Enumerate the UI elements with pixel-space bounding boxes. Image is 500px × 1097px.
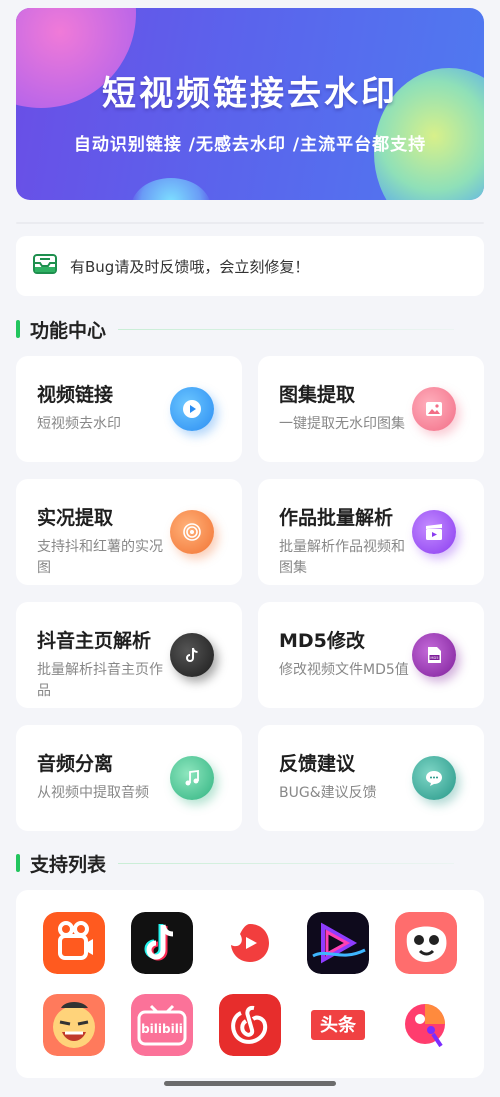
- play-icon: [170, 387, 214, 431]
- banner-subtitle: 自动识别链接 /无感去水印 /主流平台都支持: [73, 135, 427, 155]
- card-desc: 批量解析作品视频和图集: [279, 539, 405, 576]
- notice-text: 有Bug请及时反馈哦，会立刻修复！: [70, 257, 310, 276]
- card-title: 反馈建议: [279, 753, 356, 775]
- feature-card-live-extract[interactable]: 实况提取 支持抖和红薯的实况图: [16, 479, 242, 585]
- svg-text:MD5: MD5: [430, 656, 438, 660]
- toutiao-app-icon[interactable]: 头条: [307, 994, 369, 1056]
- clapper-icon: [412, 510, 456, 554]
- card-title: 视频链接: [37, 384, 114, 406]
- card-title: 抖音主页解析: [37, 630, 152, 652]
- pipixia-app-icon[interactable]: [395, 912, 457, 974]
- card-title: 图集提取: [279, 384, 356, 406]
- feature-card-md5-modify[interactable]: MD5修改 修改视频文件MD5值 MD5: [258, 602, 484, 708]
- card-desc: 一键提取无水印图集: [279, 416, 405, 432]
- live-icon: [170, 510, 214, 554]
- kuaishou-app-icon[interactable]: [43, 912, 105, 974]
- card-title: 作品批量解析: [279, 507, 394, 529]
- toutiao-wordmark: 头条: [320, 1014, 357, 1036]
- bilibili-wordmark: bilibili: [141, 1022, 183, 1036]
- music-note-icon: [170, 756, 214, 800]
- feature-card-douyin-profile[interactable]: 抖音主页解析 批量解析抖音主页作品: [16, 602, 242, 708]
- section-title: 支持列表: [30, 853, 107, 876]
- divider: [16, 222, 484, 224]
- feature-card-gallery-extract[interactable]: 图集提取 一键提取无水印图集: [258, 356, 484, 462]
- feature-card-batch-parse[interactable]: 作品批量解析 批量解析作品视频和图集: [258, 479, 484, 585]
- notice-bar[interactable]: 有Bug请及时反馈哦，会立刻修复！: [16, 236, 484, 296]
- video-player-app-icon[interactable]: [307, 912, 369, 974]
- support-section-header: 支持列表: [16, 850, 484, 876]
- card-title: 音频分离: [37, 753, 114, 775]
- card-desc: BUG&建议反馈: [279, 785, 377, 801]
- md5-file-icon: MD5: [412, 633, 456, 677]
- card-title: MD5修改: [279, 630, 365, 652]
- netease-music-app-icon[interactable]: [219, 994, 281, 1056]
- weishi-app-icon[interactable]: [219, 912, 281, 974]
- zuiyou-app-icon[interactable]: [43, 994, 105, 1056]
- support-list: bilibili 头条: [16, 890, 484, 1078]
- inbox-icon: [32, 253, 70, 279]
- card-desc: 从视频中提取音频: [37, 785, 149, 801]
- card-desc: 短视频去水印: [37, 416, 121, 432]
- bilibili-app-icon[interactable]: bilibili: [131, 994, 193, 1056]
- card-desc: 批量解析抖音主页作品: [37, 662, 163, 699]
- section-title: 功能中心: [30, 319, 107, 342]
- tiktok-icon: [170, 633, 214, 677]
- douyin-app-icon[interactable]: [131, 912, 193, 974]
- hero-banner: 短视频链接去水印 自动识别链接 /无感去水印 /主流平台都支持: [16, 8, 484, 200]
- card-title: 实况提取: [37, 507, 114, 529]
- feature-card-audio-separate[interactable]: 音频分离 从视频中提取音频: [16, 725, 242, 831]
- card-desc: 修改视频文件MD5值: [279, 662, 409, 678]
- home-indicator[interactable]: [164, 1081, 336, 1086]
- meitu-app-icon[interactable]: [395, 994, 457, 1056]
- feature-card-video-link[interactable]: 视频链接 短视频去水印: [16, 356, 242, 462]
- image-icon: [412, 387, 456, 431]
- features-section-header: 功能中心: [16, 316, 484, 342]
- chat-bubble-icon: [412, 756, 456, 800]
- feature-card-feedback[interactable]: 反馈建议 BUG&建议反馈: [258, 725, 484, 831]
- card-desc: 支持抖和红薯的实况图: [37, 539, 163, 576]
- banner-title: 短视频链接去水印: [102, 74, 398, 114]
- banner-decoration: [131, 178, 211, 200]
